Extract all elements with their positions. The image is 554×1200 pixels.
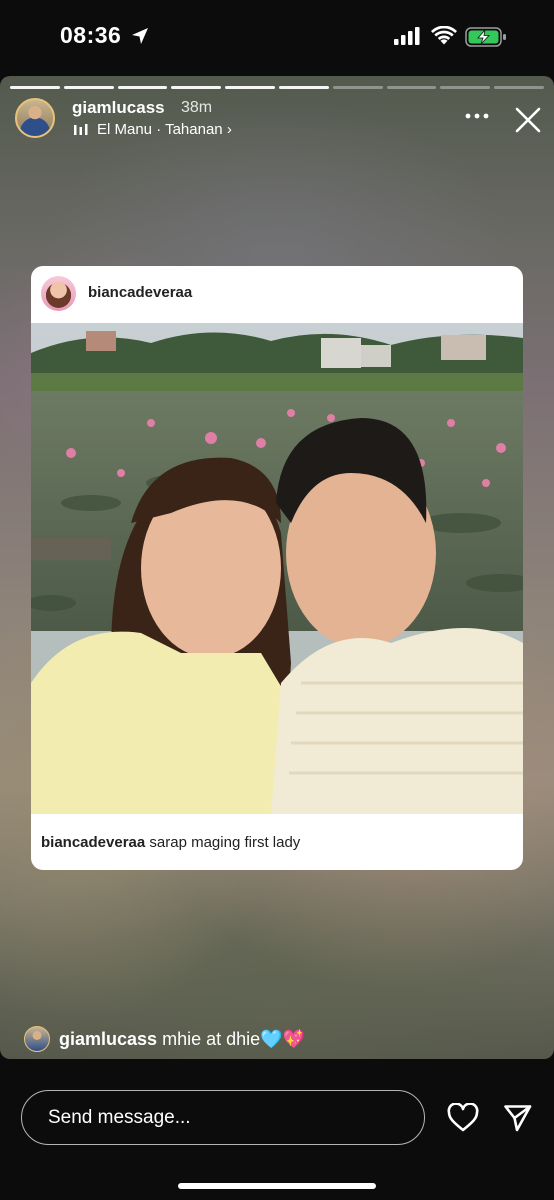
story-progress-segment: [63, 86, 114, 89]
story-progress-segment: [440, 86, 491, 89]
caption-avatar[interactable]: [24, 1026, 50, 1052]
location-arrow-icon: [132, 28, 148, 44]
close-icon[interactable]: [514, 106, 542, 134]
caption-username[interactable]: biancadeveraa: [41, 834, 145, 851]
wifi-icon: [431, 26, 457, 45]
story-caption: giamlucass mhie at dhie🩵💖: [24, 1026, 305, 1052]
message-placeholder: Send message...: [48, 1107, 191, 1128]
story-progress-segment: [117, 86, 168, 89]
shared-post-username[interactable]: biancadeveraa: [88, 284, 192, 301]
story-progress-segment: [386, 86, 437, 89]
story-progress-segment: [171, 86, 222, 89]
status-bar: 08:36: [0, 0, 554, 76]
story-progress-segment: [494, 86, 544, 89]
story-progress-segment: [10, 86, 60, 89]
heart-icon[interactable]: [447, 1103, 479, 1133]
status-time: 08:36: [60, 22, 122, 48]
send-message-input[interactable]: Send message...: [21, 1090, 425, 1145]
shared-post-avatar[interactable]: [41, 276, 76, 311]
story-progress-segment: [225, 86, 275, 89]
battery-charging-icon: [465, 27, 506, 47]
shared-post-card[interactable]: biancadeveraa biancadeveraa sarap maging…: [31, 266, 523, 870]
music-bars-icon: [74, 124, 88, 135]
chevron-right-icon: ›: [226, 121, 232, 138]
story-progress-segment: [332, 86, 383, 89]
caption-text: sarap maging first lady: [149, 834, 301, 851]
caption-author-username[interactable]: giamlucass: [59, 1029, 157, 1049]
story-author-username[interactable]: giamlucass: [72, 98, 165, 118]
story-viewer[interactable]: giamlucass 38m El Manu · Tahanan › bianc…: [0, 76, 554, 1059]
story-author-avatar[interactable]: [15, 98, 55, 138]
story-progress-segment: [278, 86, 329, 89]
caption-message: mhie at dhie🩵💖: [162, 1028, 305, 1049]
send-icon[interactable]: [503, 1103, 533, 1133]
story-progress-bar: [10, 86, 544, 89]
shared-post-caption: biancadeveraa sarap maging first lady: [41, 834, 300, 851]
shared-post-photo: [31, 323, 523, 814]
home-indicator: [178, 1183, 376, 1189]
story-music-label[interactable]: El Manu · Tahanan ›: [97, 121, 232, 138]
cellular-signal-icon: [394, 27, 420, 45]
more-options-icon[interactable]: [465, 112, 489, 120]
story-time-ago: 38m: [181, 99, 213, 116]
